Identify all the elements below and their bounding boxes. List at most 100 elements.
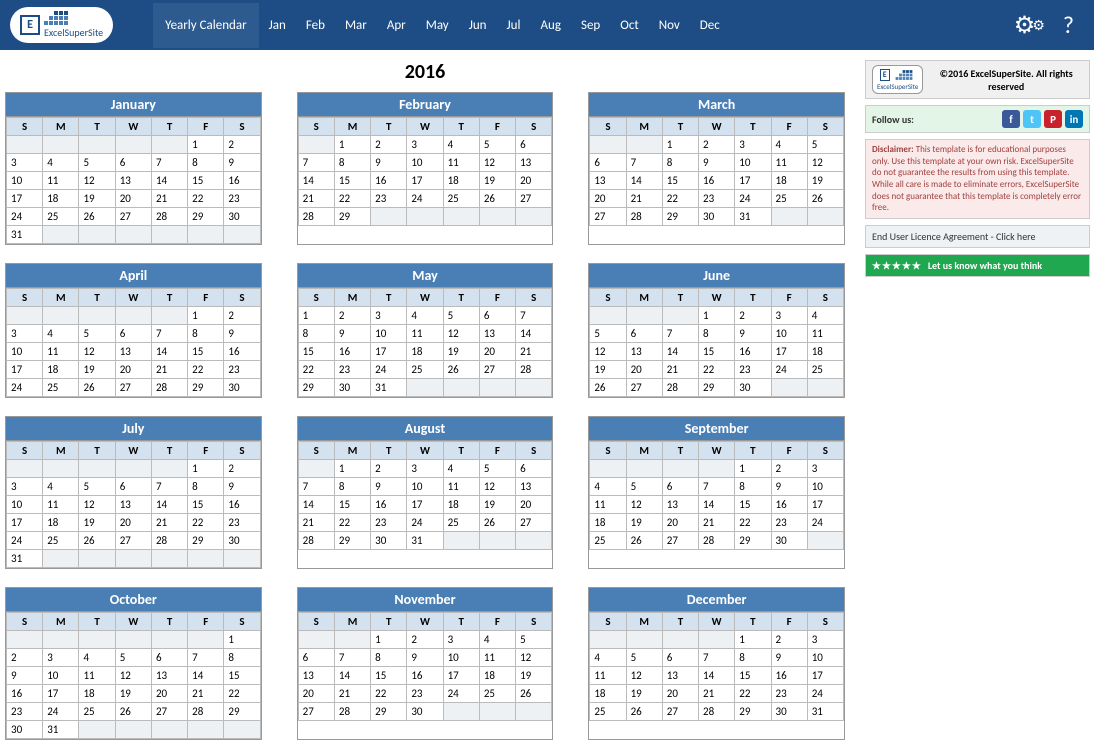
day-cell[interactable]: 14 <box>151 343 187 361</box>
day-cell[interactable]: 7 <box>151 154 187 172</box>
day-cell[interactable]: 18 <box>407 343 443 361</box>
day-cell[interactable]: 21 <box>699 514 735 532</box>
nav-apr[interactable]: Apr <box>377 3 416 48</box>
day-cell[interactable]: 15 <box>188 343 224 361</box>
day-cell[interactable]: 18 <box>443 172 479 190</box>
day-cell[interactable]: 19 <box>626 514 662 532</box>
day-cell[interactable]: 10 <box>443 649 479 667</box>
day-cell[interactable]: 31 <box>371 379 407 397</box>
day-cell[interactable]: 14 <box>516 325 552 343</box>
day-cell[interactable]: 12 <box>79 172 115 190</box>
day-cell[interactable]: 4 <box>43 154 79 172</box>
day-cell[interactable]: 9 <box>371 478 407 496</box>
day-cell[interactable]: 17 <box>771 343 807 361</box>
day-cell[interactable]: 12 <box>516 649 552 667</box>
day-cell[interactable]: 11 <box>407 325 443 343</box>
day-cell[interactable]: 13 <box>115 172 151 190</box>
day-cell[interactable]: 24 <box>7 208 43 226</box>
day-cell[interactable]: 3 <box>771 307 807 325</box>
day-cell[interactable]: 9 <box>371 154 407 172</box>
day-cell[interactable]: 15 <box>224 667 260 685</box>
day-cell[interactable]: 18 <box>479 667 515 685</box>
day-cell[interactable]: 30 <box>224 379 260 397</box>
day-cell[interactable]: 23 <box>771 514 807 532</box>
day-cell[interactable]: 27 <box>590 208 626 226</box>
day-cell[interactable]: 1 <box>371 631 407 649</box>
day-cell[interactable]: 26 <box>807 190 843 208</box>
day-cell[interactable]: 19 <box>626 685 662 703</box>
day-cell[interactable]: 10 <box>771 325 807 343</box>
day-cell[interactable]: 31 <box>7 226 43 244</box>
day-cell[interactable]: 11 <box>479 649 515 667</box>
day-cell[interactable]: 19 <box>79 190 115 208</box>
day-cell[interactable]: 8 <box>735 649 771 667</box>
day-cell[interactable]: 13 <box>151 667 187 685</box>
day-cell[interactable]: 30 <box>334 379 370 397</box>
day-cell[interactable]: 21 <box>626 190 662 208</box>
day-cell[interactable]: 24 <box>443 685 479 703</box>
day-cell[interactable]: 17 <box>43 685 79 703</box>
day-cell[interactable]: 23 <box>224 190 260 208</box>
day-cell[interactable]: 12 <box>626 496 662 514</box>
day-cell[interactable]: 13 <box>298 667 334 685</box>
day-cell[interactable]: 26 <box>590 379 626 397</box>
day-cell[interactable]: 29 <box>188 532 224 550</box>
day-cell[interactable]: 26 <box>516 685 552 703</box>
day-cell[interactable]: 19 <box>115 685 151 703</box>
day-cell[interactable]: 11 <box>590 667 626 685</box>
day-cell[interactable]: 25 <box>43 379 79 397</box>
day-cell[interactable]: 29 <box>334 532 370 550</box>
nav-yearly[interactable]: Yearly Calendar <box>153 3 258 48</box>
day-cell[interactable]: 15 <box>371 667 407 685</box>
day-cell[interactable]: 29 <box>371 703 407 721</box>
day-cell[interactable]: 17 <box>407 496 443 514</box>
day-cell[interactable]: 9 <box>407 649 443 667</box>
day-cell[interactable]: 2 <box>371 136 407 154</box>
day-cell[interactable]: 12 <box>479 154 515 172</box>
day-cell[interactable]: 5 <box>626 478 662 496</box>
day-cell[interactable]: 15 <box>735 667 771 685</box>
day-cell[interactable]: 6 <box>590 154 626 172</box>
day-cell[interactable]: 23 <box>771 685 807 703</box>
day-cell[interactable]: 20 <box>298 685 334 703</box>
day-cell[interactable]: 30 <box>771 532 807 550</box>
day-cell[interactable]: 28 <box>151 208 187 226</box>
day-cell[interactable]: 7 <box>516 307 552 325</box>
day-cell[interactable]: 21 <box>151 190 187 208</box>
day-cell[interactable]: 5 <box>479 136 515 154</box>
day-cell[interactable]: 8 <box>699 325 735 343</box>
day-cell[interactable]: 16 <box>224 172 260 190</box>
day-cell[interactable]: 10 <box>7 172 43 190</box>
day-cell[interactable]: 4 <box>590 649 626 667</box>
day-cell[interactable]: 28 <box>516 361 552 379</box>
day-cell[interactable]: 27 <box>298 703 334 721</box>
day-cell[interactable]: 27 <box>151 703 187 721</box>
day-cell[interactable]: 3 <box>7 325 43 343</box>
day-cell[interactable]: 10 <box>807 478 843 496</box>
day-cell[interactable]: 27 <box>516 514 552 532</box>
day-cell[interactable]: 20 <box>590 190 626 208</box>
day-cell[interactable]: 13 <box>516 478 552 496</box>
day-cell[interactable]: 3 <box>7 478 43 496</box>
day-cell[interactable]: 5 <box>443 307 479 325</box>
day-cell[interactable]: 21 <box>334 685 370 703</box>
day-cell[interactable]: 12 <box>79 343 115 361</box>
day-cell[interactable]: 17 <box>407 172 443 190</box>
day-cell[interactable]: 4 <box>479 631 515 649</box>
day-cell[interactable]: 7 <box>334 649 370 667</box>
day-cell[interactable]: 28 <box>699 703 735 721</box>
day-cell[interactable]: 7 <box>699 478 735 496</box>
day-cell[interactable]: 31 <box>407 532 443 550</box>
day-cell[interactable]: 29 <box>334 208 370 226</box>
day-cell[interactable]: 12 <box>79 496 115 514</box>
day-cell[interactable]: 20 <box>115 361 151 379</box>
day-cell[interactable]: 4 <box>590 478 626 496</box>
day-cell[interactable]: 6 <box>516 460 552 478</box>
review-button[interactable]: ★★★★★ Let us know what you think <box>865 254 1090 277</box>
day-cell[interactable]: 14 <box>334 667 370 685</box>
day-cell[interactable]: 26 <box>443 361 479 379</box>
day-cell[interactable]: 25 <box>590 703 626 721</box>
day-cell[interactable]: 14 <box>699 667 735 685</box>
day-cell[interactable]: 4 <box>43 478 79 496</box>
day-cell[interactable]: 13 <box>662 496 698 514</box>
